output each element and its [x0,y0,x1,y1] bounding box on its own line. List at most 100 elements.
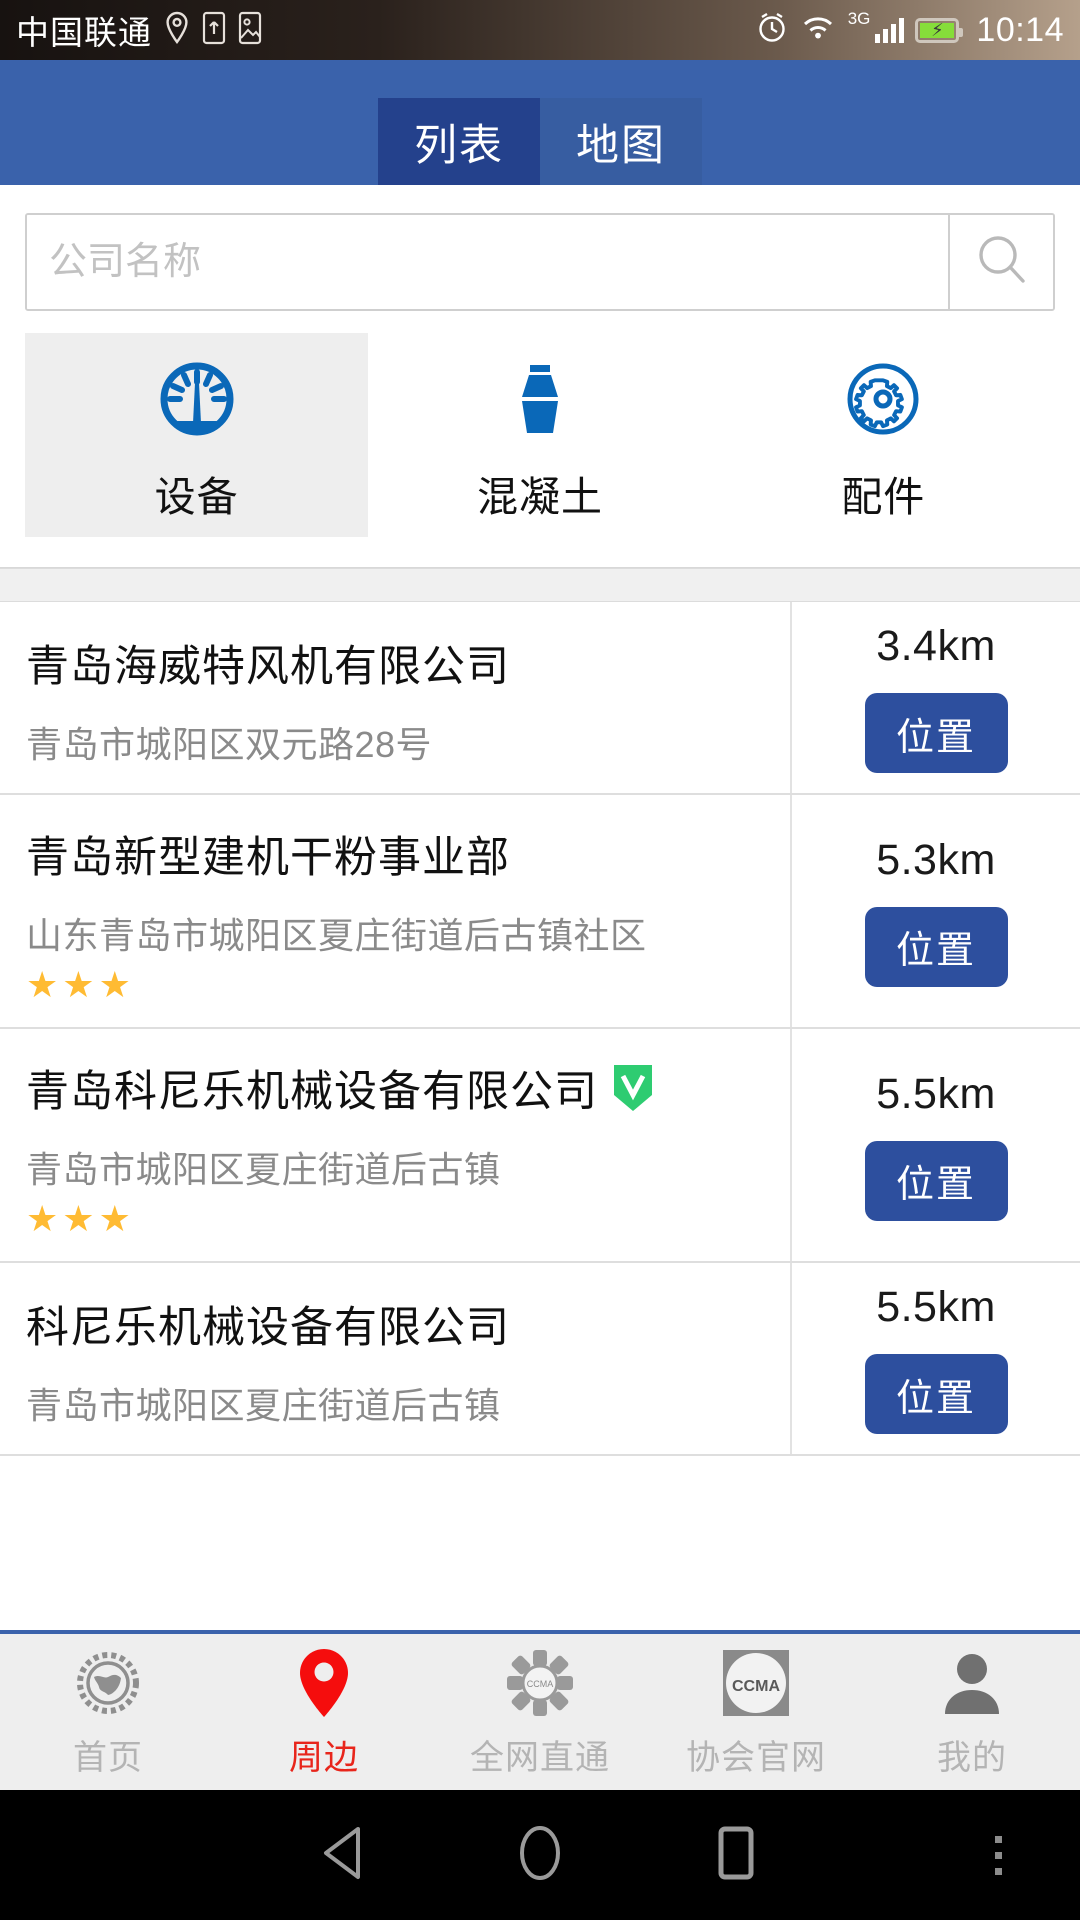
rating-stars: ★ ★ ★ [26,1201,790,1237]
rating-stars: ★ ★ ★ [26,967,790,1003]
status-bar-left: 中国联通 [16,6,262,54]
back-button[interactable] [246,1825,442,1886]
svg-text:CCMA: CCMA [527,1679,554,1689]
nav-label: 协会官网 [686,1738,826,1777]
recents-square-icon [713,1825,759,1886]
location-button[interactable]: 位置 [864,693,1008,773]
list-item[interactable]: 青岛科尼乐机械设备有限公司 青岛市城阳区夏庄街道后古镇 ★ ★ ★ 5.5km … [0,1029,1080,1263]
nav-label: 我的 [937,1738,1007,1777]
company-address: 山东青岛市城阳区夏庄街道后古镇社区 [26,915,647,956]
search-input[interactable] [27,215,948,309]
search-icon [971,229,1033,296]
sim-icon [202,11,226,50]
star-icon: ★ [26,1198,59,1239]
list-item-info: 青岛海威特风机有限公司 青岛市城阳区双元路28号 [0,602,790,793]
category-label: 设备 [154,474,239,520]
globe-gear-icon [74,1646,142,1720]
tab-list[interactable]: 列表 [378,98,540,185]
home-button[interactable] [442,1824,638,1887]
back-triangle-icon [318,1825,370,1886]
company-name: 科尼乐机械设备有限公司 [26,1303,510,1352]
star-icon: ★ [98,964,131,1005]
company-name: 青岛新型建机干粉事业部 [26,834,510,882]
company-address: 青岛市城阳区夏庄街道后古镇 [26,1149,501,1190]
wifi-icon [799,13,837,48]
distance-label: 5.5km [876,1283,996,1331]
company-name-row: 青岛新型建机干粉事业部 [26,823,790,885]
signal-icon [875,17,905,43]
ccma-text: CCMA [732,1678,780,1695]
tab-map[interactable]: 地图 [540,98,702,185]
overflow-dots-icon [995,1835,1002,1843]
star-icon: ★ [98,1198,131,1239]
overflow-dots-icon [995,1867,1002,1875]
filter-panel: 设备 混凝土 [0,185,1080,568]
battery-charging-icon: ⚡ [915,17,964,43]
search-box [25,213,1055,311]
location-button[interactable]: 位置 [864,906,1008,987]
star-icon: ★ [62,1198,95,1239]
section-divider [0,568,1080,602]
clock-label: 10:14 [976,10,1064,49]
distance-label: 5.5km [876,1069,996,1118]
alarm-icon [756,11,788,50]
company-address: 青岛市城阳区双元路28号 [26,723,433,765]
status-bar-right: 3G ⚡ 10:14 [756,9,1064,50]
category-concrete[interactable]: 混凝土 [368,333,711,537]
distance-label: 3.4km [876,622,996,670]
list-item-info: 青岛新型建机干粉事业部 山东青岛市城阳区夏庄街道后古镇社区 ★ ★ ★ [0,795,790,1027]
person-icon [941,1646,1003,1720]
bottom-navigation: 首页 周边 CCMA 全网直通 CCMA 协会官网 我的 [0,1630,1080,1790]
company-name: 青岛海威特风机有限公司 [26,642,510,691]
gear-circle-icon [837,351,929,447]
company-name-row: 科尼乐机械设备有限公司 [26,1293,790,1355]
company-list[interactable]: 青岛海威特风机有限公司 青岛市城阳区双元路28号 3.4km 位置 青岛新型建机… [0,602,1080,1630]
map-pin-icon [294,1646,354,1720]
network-type-label: 3G [847,9,871,28]
category-filters: 设备 混凝土 配件 [0,311,1080,567]
gauge-icon [151,351,243,447]
nav-label: 首页 [73,1738,143,1777]
nav-item-network[interactable]: CCMA 全网直通 [432,1646,648,1779]
nav-label: 全网直通 [470,1738,610,1777]
overflow-menu-button[interactable] [995,1835,1002,1875]
recents-button[interactable] [638,1825,834,1886]
list-item-actions: 5.5km 位置 [790,1263,1080,1454]
location-button[interactable]: 位置 [864,1354,1008,1434]
category-label: 配件 [841,474,926,520]
header-bar: 列表 地图 [0,60,1080,185]
home-circle-icon [514,1824,566,1887]
gear-flower-icon: CCMA [505,1646,575,1720]
list-item[interactable]: 青岛新型建机干粉事业部 山东青岛市城阳区夏庄街道后古镇社区 ★ ★ ★ 5.3k… [0,795,1080,1029]
image-icon [238,11,262,50]
nav-item-profile[interactable]: 我的 [864,1646,1080,1779]
concrete-mixer-icon [494,351,586,447]
nav-label: 周边 [289,1738,359,1777]
status-bar: 中国联通 3G ⚡ 10:14 [0,0,1080,60]
category-equipment[interactable]: 设备 [25,333,369,537]
nav-item-association[interactable]: CCMA 协会官网 [648,1646,864,1779]
list-item-actions: 3.4km 位置 [790,602,1080,793]
company-address: 青岛市城阳区夏庄街道后古镇 [26,1384,501,1426]
category-label: 混凝土 [476,474,603,520]
nav-item-home[interactable]: 首页 [0,1646,216,1779]
list-item[interactable]: 科尼乐机械设备有限公司 青岛市城阳区夏庄街道后古镇 5.5km 位置 [0,1263,1080,1456]
overflow-dots-icon [995,1851,1002,1859]
ccma-logo-icon: CCMA [723,1646,789,1720]
carrier-label: 中国联通 [16,14,152,51]
company-name-row: 青岛科尼乐机械设备有限公司 [26,1057,790,1119]
star-icon: ★ [26,964,59,1005]
view-mode-tabs: 列表 地图 [378,98,702,185]
category-parts[interactable]: 配件 [712,333,1055,537]
list-item-actions: 5.5km 位置 [790,1029,1080,1261]
search-section [0,185,1080,311]
nav-item-nearby[interactable]: 周边 [216,1646,432,1779]
android-navigation-bar [0,1790,1080,1920]
company-name-row: 青岛海威特风机有限公司 [26,632,790,694]
verified-badge-icon [612,1063,654,1113]
location-button[interactable]: 位置 [864,1140,1008,1221]
search-button[interactable] [948,215,1053,309]
list-item[interactable]: 青岛海威特风机有限公司 青岛市城阳区双元路28号 3.4km 位置 [0,602,1080,795]
star-icon: ★ [62,964,95,1005]
app-screen: 中国联通 3G ⚡ 10:14 列表 地图 公司名称 设备 混凝土 配件 青岛海… [0,0,1080,1920]
